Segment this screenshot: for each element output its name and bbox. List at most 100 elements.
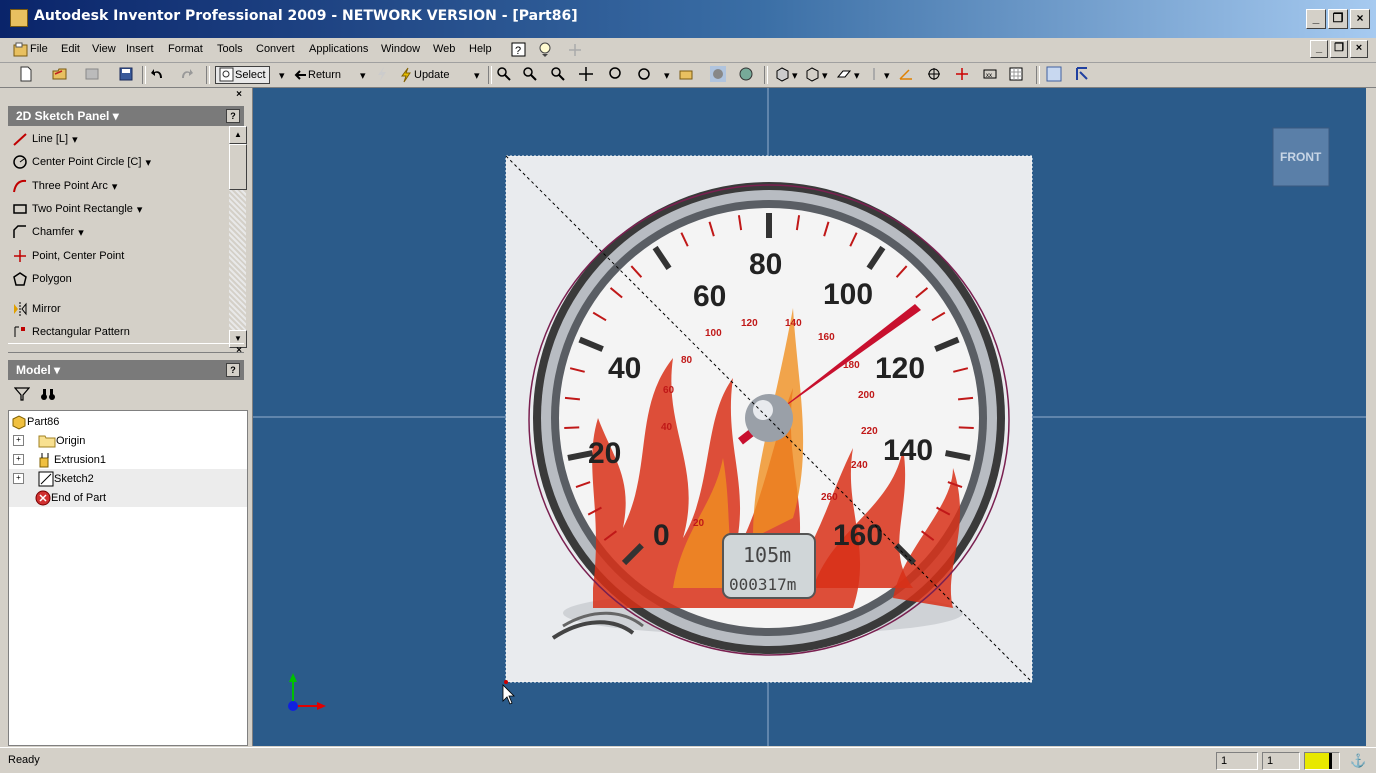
tool-center-point-circle[interactable]: Center Point Circle [C] ▾ [12,152,151,172]
axis-icon[interactable] [866,66,882,82]
menu-tools[interactable]: Tools [217,43,243,55]
save-all-icon[interactable] [84,66,100,82]
new-icon[interactable] [18,66,34,82]
zoom-icon[interactable] [550,66,566,82]
gauge-label: 140 [883,434,933,467]
tool-mirror[interactable]: Mirror [12,299,61,319]
gauge-minor-label: 140 [785,318,802,329]
sketch-panel-help-icon[interactable]: ? [226,109,240,123]
find-binoculars-icon[interactable] [40,386,56,402]
zoom-selected-icon[interactable] [608,66,624,82]
finish-sketch-icon[interactable] [1074,66,1090,82]
restore-button[interactable]: ❐ [1328,9,1348,29]
dimension-icon[interactable]: xx [982,66,998,82]
pan-icon[interactable] [578,66,594,82]
menu-view[interactable]: View [92,43,116,55]
menu-help[interactable]: Help [469,43,492,55]
menu-window[interactable]: Window [381,43,420,55]
model-close-button[interactable]: × [236,345,242,356]
rotate-icon[interactable] [636,66,652,82]
close-button[interactable]: × [1350,9,1370,29]
return-button[interactable]: Return [292,66,341,84]
expand-icon[interactable]: + [13,473,24,484]
menu-web[interactable]: Web [433,43,455,55]
select-button[interactable]: Select [215,66,270,84]
speedometer-image[interactable]: 60 80 100 40 120 20 140 0 160 20 40 60 8… [504,155,1033,684]
tree-item-origin[interactable]: + Origin [9,431,247,450]
tree-item-end-of-part[interactable]: End of Part [9,488,247,507]
expand-icon[interactable]: + [13,454,24,465]
outline-dropdown[interactable]: ▾ [822,66,828,84]
tool-chamfer[interactable]: Chamfer ▾ [12,222,84,242]
whats-this-icon[interactable] [536,41,554,59]
document-menu-icon[interactable] [12,41,30,59]
view-dropdown[interactable]: ▾ [792,66,798,84]
return-dropdown[interactable]: ▾ [360,66,366,84]
menu-file[interactable]: File [30,43,48,55]
tool-line[interactable]: Line [L] ▾ [12,129,78,149]
model-panel-header[interactable]: Model ▾ ? [8,360,244,380]
panel-splitter[interactable] [8,343,244,353]
tool-point-center-point[interactable]: Point, Center Point [12,246,124,266]
menu-applications[interactable]: Applications [309,43,368,55]
sketch-mode-icon[interactable] [1046,66,1062,82]
menu-edit[interactable]: Edit [61,43,80,55]
look-at-icon[interactable] [678,66,694,82]
tree-item-part[interactable]: Part86 [9,412,247,431]
menu-convert[interactable]: Convert [256,43,295,55]
tool-three-point-arc[interactable]: Three Point Arc ▾ [12,176,117,196]
tree-item-extrusion[interactable]: + Extrusion1 [9,450,247,469]
app-icon[interactable] [10,9,28,27]
update-button[interactable]: Update [398,66,449,84]
doc-restore-button[interactable]: ❐ [1330,40,1348,58]
save-icon[interactable] [118,66,134,82]
tree-item-sketch[interactable]: + Sketch2 [9,469,247,488]
select-dropdown[interactable]: ▾ [279,66,285,84]
look-at-dropdown[interactable]: ▾ [664,66,670,84]
scroll-up-button[interactable]: ▲ [229,126,247,144]
open-icon[interactable] [52,66,68,82]
center-point-icon[interactable] [926,66,942,82]
display-mode-icon[interactable] [738,66,754,82]
sketch-panel-header[interactable]: 2D Sketch Panel ▾ ? [8,106,244,126]
chevron-down-icon[interactable]: ▾ [72,133,78,146]
scroll-thumb[interactable] [229,144,247,190]
lightning-icon[interactable] [374,66,390,82]
filter-icon[interactable] [14,386,30,402]
menu-format[interactable]: Format [168,43,203,55]
expand-icon[interactable]: + [13,435,24,446]
grid-icon[interactable] [1008,66,1024,82]
zoom-all-icon[interactable] [496,66,512,82]
origin-point-icon[interactable] [954,66,970,82]
sketch-panel-scrollbar[interactable]: ▲ ▼ [229,126,247,348]
redo-icon[interactable] [178,66,194,82]
update-dropdown[interactable]: ▾ [474,66,480,84]
graphics-window[interactable]: 60 80 100 40 120 20 140 0 160 20 40 60 8… [253,88,1366,746]
minimize-button[interactable]: _ [1306,9,1326,29]
doc-close-button[interactable]: × [1350,40,1368,58]
plus-icon[interactable] [566,41,584,59]
zoom-window-icon[interactable] [522,66,538,82]
network-status-icon: ⚓ [1350,753,1367,768]
chevron-down-icon[interactable]: ▾ [112,180,118,193]
menu-insert[interactable]: Insert [126,43,154,55]
help-topics-icon[interactable]: ? [510,41,528,59]
doc-minimize-button[interactable]: _ [1310,40,1328,58]
angle-icon[interactable] [898,66,914,82]
chevron-down-icon[interactable]: ▾ [145,156,151,169]
axis-dropdown[interactable]: ▾ [884,66,890,84]
tool-two-point-rectangle[interactable]: Two Point Rectangle ▾ [12,199,142,219]
chevron-down-icon[interactable]: ▾ [78,226,84,239]
tool-polygon[interactable]: Polygon [12,269,72,289]
chevron-down-icon[interactable]: ▾ [137,203,143,216]
plane-dropdown[interactable]: ▾ [854,66,860,84]
shaded-display-icon[interactable] [710,66,726,82]
view-cube[interactable]: FRONT [1272,127,1330,187]
view-cube-icon[interactable] [774,66,790,82]
panel-close-button[interactable]: × [236,89,242,100]
model-panel-help-icon[interactable]: ? [226,363,240,377]
tool-rectangular-pattern[interactable]: Rectangular Pattern [12,322,130,342]
undo-icon[interactable] [150,66,166,82]
cube-outline-icon[interactable] [804,66,820,82]
plane-icon[interactable] [836,66,852,82]
